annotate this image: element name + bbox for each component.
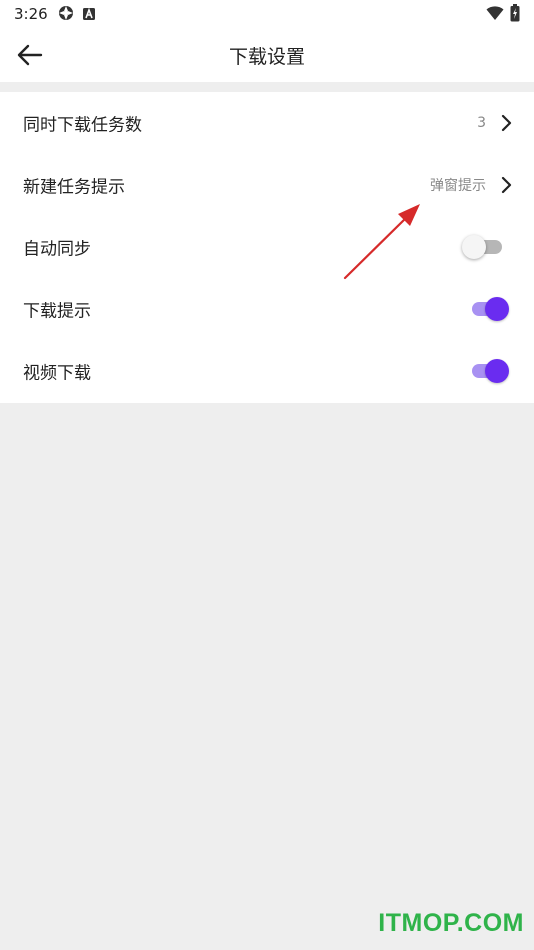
status-time: 3:26 xyxy=(14,5,48,23)
annotation-arrow-icon xyxy=(343,204,420,280)
setting-label: 自动同步 xyxy=(23,239,91,260)
video-download-toggle[interactable] xyxy=(469,359,509,383)
settings-icon xyxy=(58,5,74,25)
settings-list: 同时下载任务数 3 新建任务提示 弹窗提示 自动同步 下载提示 视频下载 xyxy=(0,92,534,403)
battery-icon xyxy=(510,4,520,26)
setting-download-prompt: 下载提示 xyxy=(0,278,534,340)
download-prompt-toggle[interactable] xyxy=(469,297,509,321)
divider-band xyxy=(0,82,534,92)
a-badge-icon xyxy=(82,6,96,25)
setting-label: 视频下载 xyxy=(23,363,91,384)
app-bar: 下载设置 xyxy=(0,28,534,82)
setting-video-download: 视频下载 xyxy=(0,340,534,402)
setting-auto-sync: 自动同步 xyxy=(0,216,534,278)
setting-new-task-prompt[interactable]: 新建任务提示 弹窗提示 xyxy=(0,154,534,216)
status-bar: 3:26 xyxy=(0,0,534,28)
setting-label: 同时下载任务数 xyxy=(23,115,142,136)
setting-concurrent-downloads[interactable]: 同时下载任务数 3 xyxy=(0,92,534,154)
chevron-right-icon xyxy=(501,114,512,132)
setting-value: 3 xyxy=(477,115,486,131)
setting-label: 下载提示 xyxy=(23,301,91,322)
page-title: 下载设置 xyxy=(228,46,305,68)
setting-label: 新建任务提示 xyxy=(23,177,125,198)
watermark: ITMOP.COM xyxy=(378,909,524,937)
auto-sync-toggle[interactable] xyxy=(462,235,509,259)
toggle-thumb xyxy=(485,359,509,383)
status-icons-left xyxy=(58,5,96,25)
status-icons-right xyxy=(486,4,520,26)
toggle-thumb xyxy=(485,297,509,321)
wifi-icon xyxy=(486,5,504,25)
toggle-thumb xyxy=(462,235,486,259)
setting-value: 弹窗提示 xyxy=(430,178,486,194)
chevron-right-icon xyxy=(501,176,512,194)
